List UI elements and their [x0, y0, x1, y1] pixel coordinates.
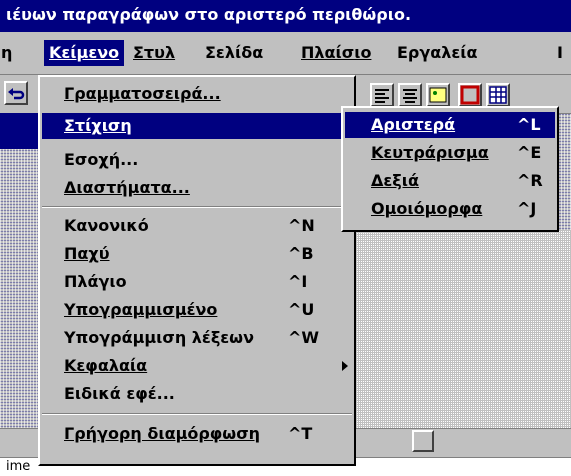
menu-item-alignment[interactable]: Στίχιση [42, 113, 352, 139]
menu-item-normal[interactable]: Κανονικό ^N [42, 213, 352, 239]
alignment-submenu: Αριστερά ^L Κευτράρισμα ^E Δεξιά ^R Ομοι… [341, 106, 559, 232]
submenu-arrow-icon [342, 361, 348, 371]
selection-strip [0, 113, 42, 149]
align-left-icon [375, 89, 389, 103]
image-icon [429, 87, 447, 103]
align-center-icon [403, 89, 417, 103]
submenu-item-right[interactable]: Δεξιά ^R [345, 168, 555, 194]
menu-separator [42, 413, 352, 415]
menu-item-bold[interactable]: Παχύ ^B [42, 241, 352, 267]
scrollbar-thumb[interactable] [412, 430, 434, 452]
menu-item-special-effects[interactable]: Ειδικά εφέ... [42, 381, 352, 407]
table-icon [489, 86, 507, 104]
menu-separator [42, 206, 352, 208]
align-center-button[interactable] [398, 83, 422, 107]
menu-item-spacing[interactable]: Διαστήματα... [42, 175, 352, 201]
menu-item-italic[interactable]: Πλάγιο ^I [42, 269, 352, 295]
frame-icon [460, 85, 480, 105]
submenu-item-justify[interactable]: Ομοιόμορφα ^J [345, 196, 555, 222]
menu-item-indent[interactable]: Εσοχή... [42, 147, 352, 173]
menu-item-font[interactable]: Γραμματοσειρά... [42, 81, 352, 107]
menu-styl[interactable]: Στυλ [128, 40, 180, 66]
table-button[interactable] [486, 83, 510, 107]
menu-item-capitals[interactable]: Κεφαλαία [42, 353, 352, 379]
menu-partial-left[interactable]: η [0, 40, 17, 66]
undo-button[interactable] [4, 81, 28, 105]
menu-item-quick-format[interactable]: Γρήγορη διαμόρφωση ^T [42, 421, 352, 447]
keimeno-dropdown-menu: Γραμματοσειρά... Στίχιση Εσοχή... Διαστή… [38, 75, 356, 466]
menu-item-underline[interactable]: Υπογραμμισμένο ^U [42, 297, 352, 323]
submenu-item-center[interactable]: Κευτράρισμα ^E [345, 140, 555, 166]
menu-keimeno[interactable]: Κείμενο [44, 40, 125, 66]
menu-item-word-underline[interactable]: Υπογράμμιση λέξεων ^W [42, 325, 352, 351]
menu-ergaleia[interactable]: Εργαλεία [392, 40, 483, 66]
menu-selida[interactable]: Σελίδα [200, 40, 268, 66]
submenu-item-left[interactable]: Αριστερά ^L [345, 112, 555, 138]
title-bar: ιέυων παραγράφων στο αριστερό περιθώριο. [0, 0, 571, 32]
align-left-button[interactable] [370, 83, 394, 107]
document-page-area[interactable] [356, 230, 571, 430]
menu-partial-right[interactable]: Ι [552, 40, 568, 66]
undo-icon [8, 88, 25, 100]
menu-plaisio[interactable]: Πλαίσιο [296, 40, 376, 66]
window-title: ιέυων παραγράφων στο αριστερό περιθώριο. [6, 5, 412, 24]
frame-button[interactable] [458, 83, 482, 107]
status-text: ime [6, 459, 31, 474]
menu-bar: η Κείμενο Στυλ Σελίδα Πλαίσιο Εργαλεία Ι [0, 32, 571, 75]
image-button[interactable] [426, 83, 450, 107]
